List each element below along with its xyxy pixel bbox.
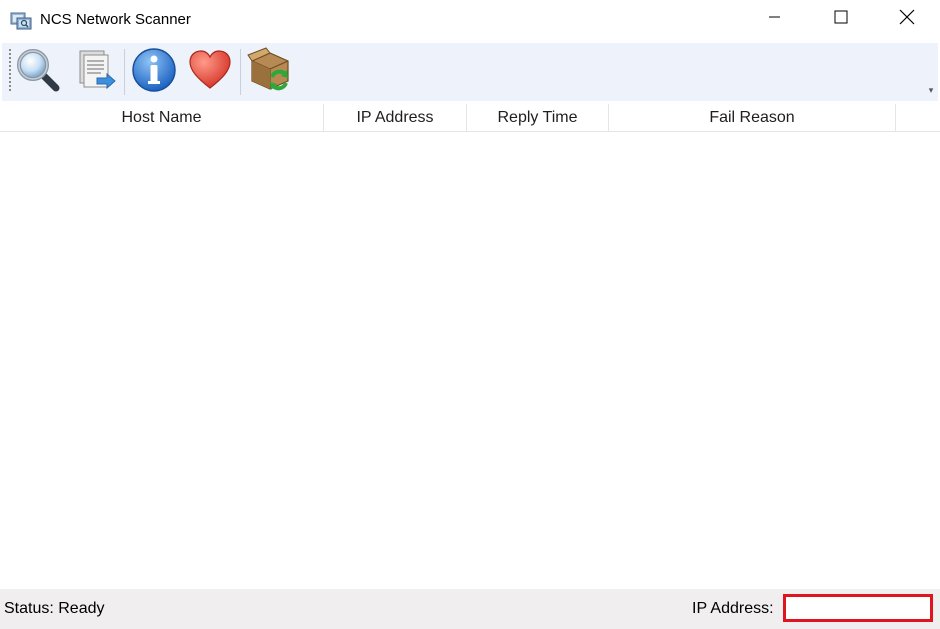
column-header-ip-address[interactable]: IP Address — [324, 104, 467, 131]
list-header: Host Name IP Address Reply Time Fail Rea… — [0, 104, 940, 132]
toolbar-separator — [240, 49, 241, 95]
column-header-fail-reason[interactable]: Fail Reason — [609, 104, 896, 131]
app-window: NCS Network Scanner ▾ Host Name IP Addre… — [0, 0, 940, 629]
window-title: NCS Network Scanner — [40, 11, 191, 28]
results-list[interactable] — [0, 132, 940, 588]
maximize-button[interactable] — [818, 0, 864, 38]
scan-button[interactable] — [14, 47, 62, 97]
magnifier-icon — [15, 47, 61, 98]
close-button[interactable] — [884, 0, 930, 38]
heart-icon — [187, 48, 233, 97]
export-document-icon — [75, 48, 117, 97]
ip-address-input[interactable] — [783, 594, 933, 622]
toolbar-overflow-icon[interactable]: ▾ — [926, 83, 936, 97]
network-scanner-app-icon — [10, 10, 32, 30]
info-icon — [131, 47, 177, 98]
minimize-icon — [769, 10, 781, 28]
info-button[interactable] — [130, 47, 178, 97]
toolbar-grip[interactable] — [9, 49, 11, 93]
minimize-button[interactable] — [752, 0, 798, 38]
close-icon — [899, 9, 915, 30]
favorite-button[interactable] — [186, 47, 234, 97]
update-button[interactable] — [246, 46, 294, 98]
toolbar-separator — [124, 49, 125, 95]
export-button[interactable] — [72, 47, 120, 97]
ip-address-label: IP Address: — [692, 600, 774, 617]
toolbar: ▾ — [2, 43, 938, 101]
column-header-reply-time[interactable]: Reply Time — [467, 104, 609, 131]
package-refresh-icon — [246, 46, 294, 98]
column-header-host-name[interactable]: Host Name — [0, 104, 324, 131]
title-bar: NCS Network Scanner — [0, 0, 940, 40]
status-text: Status: Ready — [4, 600, 105, 617]
maximize-icon — [834, 10, 848, 29]
